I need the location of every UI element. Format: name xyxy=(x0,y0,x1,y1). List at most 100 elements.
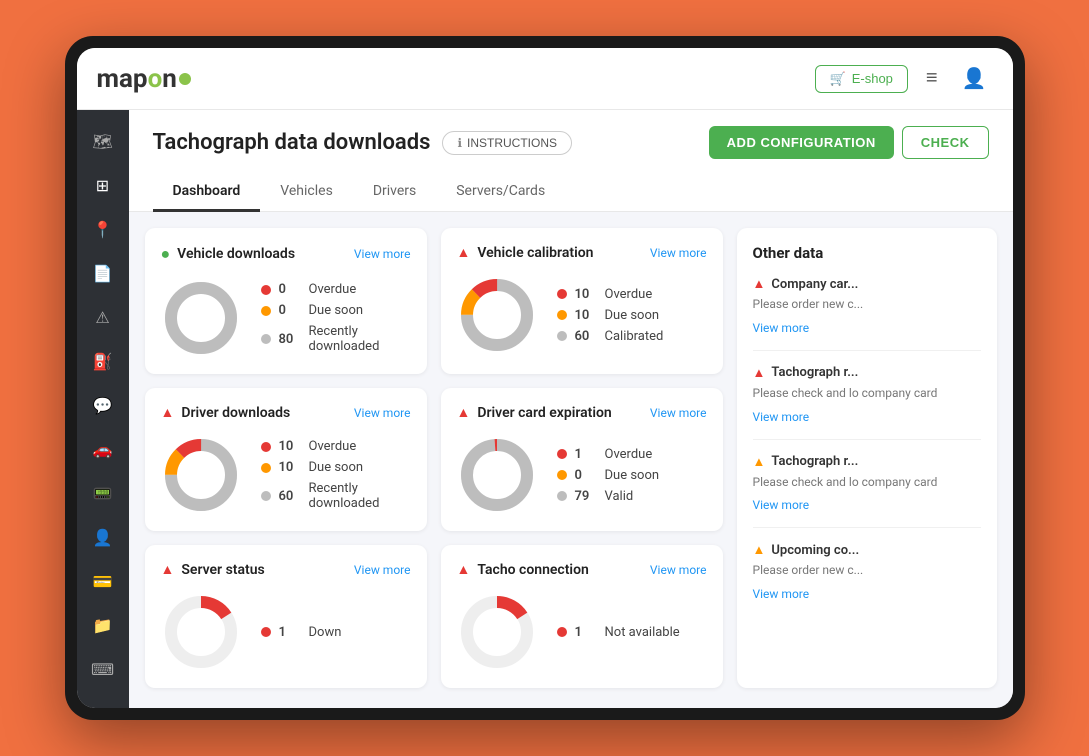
sidebar-item-tacho[interactable]: 📟 xyxy=(84,474,122,512)
vehicle-calibration-legend: 10 Overdue 10 Due soon xyxy=(557,287,664,344)
tab-drivers[interactable]: Drivers xyxy=(353,173,436,212)
dot-red xyxy=(261,627,271,637)
alert-tacho-r1-desc: Please check and lo company card xyxy=(753,385,981,402)
ss-warning-icon: ▲ xyxy=(161,561,175,578)
tabs: Dashboard Vehicles Drivers Servers/Cards xyxy=(153,173,989,211)
server-status-view-more[interactable]: View more xyxy=(354,563,411,577)
sidebar-item-person[interactable]: 👤 xyxy=(84,518,122,556)
add-configuration-button[interactable]: ADD CONFIGURATION xyxy=(709,126,894,159)
dd-legend-overdue: 10 Overdue xyxy=(261,439,411,454)
vehicle-downloads-body: 0 Overdue 0 Due soon 8 xyxy=(161,278,411,358)
dot-gray xyxy=(261,491,271,501)
main-layout: 🗺 ⊞ 📍 📄 ⚠ ⛽ 💬 🚗 📟 👤 💳 📁 ⌨ xyxy=(77,110,1013,708)
driver-card-expiration-title: ▲ Driver card expiration xyxy=(457,404,612,421)
keyboard-icon: ⌨ xyxy=(91,660,114,679)
header-actions: ADD CONFIGURATION CHECK xyxy=(709,126,989,159)
driver-card-expiration-card: ▲ Driver card expiration View more xyxy=(441,388,723,531)
alert-yellow-icon: ▲ xyxy=(753,454,766,470)
vehicle-calibration-title: ▲ Vehicle calibration xyxy=(457,244,594,261)
car-icon: 🚗 xyxy=(93,440,113,459)
sidebar-item-alert[interactable]: ⚠ xyxy=(84,298,122,336)
instructions-button[interactable]: ℹ INSTRUCTIONS xyxy=(442,131,572,155)
driver-downloads-body: 10 Overdue 10 Due soon xyxy=(161,435,411,515)
legend-item-due-soon: 0 Due soon xyxy=(261,303,411,318)
vehicle-calibration-view-more[interactable]: View more xyxy=(650,246,707,260)
dot-red xyxy=(557,449,567,459)
sidebar-item-document[interactable]: 📄 xyxy=(84,254,122,292)
person-icon: 👤 xyxy=(93,528,113,547)
sidebar-item-map[interactable]: 🗺 xyxy=(84,122,122,160)
dot-gray xyxy=(557,331,567,341)
dce-legend-overdue: 1 Overdue xyxy=(557,447,660,462)
info-icon: ℹ xyxy=(457,136,462,150)
eshop-label: E-shop xyxy=(852,71,893,86)
alert-upcoming-title: ▲ Upcoming co... xyxy=(753,542,981,558)
top-actions: 🛒 E-shop ≡ 👤 xyxy=(815,62,993,95)
tacho-connection-view-more[interactable]: View more xyxy=(650,563,707,577)
vc-legend-due-soon: 10 Due soon xyxy=(557,308,664,323)
server-status-header: ▲ Server status View more xyxy=(161,561,411,578)
dot-yellow xyxy=(557,470,567,480)
alert-tacho-r1-title: ▲ Tachograph r... xyxy=(753,365,981,381)
driver-downloads-header: ▲ Driver downloads View more xyxy=(161,404,411,421)
folder-icon: 📁 xyxy=(93,616,113,635)
dce-legend-valid: 79 Valid xyxy=(557,489,660,504)
dce-legend-due-soon: 0 Due soon xyxy=(557,468,660,483)
server-status-legend: 1 Down xyxy=(261,625,342,640)
tab-dashboard[interactable]: Dashboard xyxy=(153,173,261,212)
eshop-button[interactable]: 🛒 E-shop xyxy=(815,65,908,93)
sidebar-item-folder[interactable]: 📁 xyxy=(84,606,122,644)
vehicle-downloads-header: ● Vehicle downloads View more xyxy=(161,244,411,264)
sidebar-item-chat[interactable]: 💬 xyxy=(84,386,122,424)
tacho-connection-legend: 1 Not available xyxy=(557,625,680,640)
other-data-panel: Other data ▲ Company car... Please order… xyxy=(737,228,997,688)
check-button[interactable]: CHECK xyxy=(902,126,989,159)
menu-button[interactable]: ≡ xyxy=(920,63,944,94)
alert-company-card-link[interactable]: View more xyxy=(753,321,810,335)
alert-yellow-icon-2: ▲ xyxy=(753,542,766,558)
sidebar-item-location[interactable]: 📍 xyxy=(84,210,122,248)
sidebar-item-card[interactable]: 💳 xyxy=(84,562,122,600)
tc-legend-not-available: 1 Not available xyxy=(557,625,680,640)
driver-card-expiration-header: ▲ Driver card expiration View more xyxy=(457,404,707,421)
alert-upcoming-link[interactable]: View more xyxy=(753,587,810,601)
cart-icon: 🛒 xyxy=(830,71,846,87)
fuel-icon: ⛽ xyxy=(93,352,113,371)
sidebar-item-dashboard[interactable]: ⊞ xyxy=(84,166,122,204)
sidebar-item-car[interactable]: 🚗 xyxy=(84,430,122,468)
alert-upcoming-desc: Please order new c... xyxy=(753,562,981,579)
top-bar: mapon 🛒 E-shop ≡ 👤 xyxy=(77,48,1013,110)
driver-card-expiration-view-more[interactable]: View more xyxy=(650,406,707,420)
other-data-title: Other data xyxy=(753,244,981,262)
dd-legend-due-soon: 10 Due soon xyxy=(261,460,411,475)
tacho-connection-card: ▲ Tacho connection View more xyxy=(441,545,723,688)
vehicle-downloads-view-more[interactable]: View more xyxy=(354,247,411,261)
logo: mapon xyxy=(97,64,191,94)
page-title: Tachograph data downloads xyxy=(153,130,431,155)
alert-icon: ⚠ xyxy=(95,308,109,327)
page-header: Tachograph data downloads ℹ INSTRUCTIONS… xyxy=(129,110,1013,212)
alert-tacho-r2-desc: Please check and lo company card xyxy=(753,474,981,491)
dot-yellow xyxy=(261,306,271,316)
driver-downloads-view-more[interactable]: View more xyxy=(354,406,411,420)
tc-warning-icon: ▲ xyxy=(457,561,471,578)
sidebar-item-fuel[interactable]: ⛽ xyxy=(84,342,122,380)
server-status-card: ▲ Server status View more xyxy=(145,545,427,688)
vc-legend-calibrated: 60 Calibrated xyxy=(557,329,664,344)
tacho-icon: 📟 xyxy=(93,484,113,503)
user-button[interactable]: 👤 xyxy=(956,62,993,95)
tacho-connection-header: ▲ Tacho connection View more xyxy=(457,561,707,578)
vehicle-calibration-header: ▲ Vehicle calibration View more xyxy=(457,244,707,261)
alert-tacho-r1-link[interactable]: View more xyxy=(753,410,810,424)
dashboard-grid: ● Vehicle downloads View more xyxy=(129,212,1013,704)
driver-card-expiration-legend: 1 Overdue 0 Due soon 7 xyxy=(557,447,660,504)
vehicle-calibration-card: ▲ Vehicle calibration View more xyxy=(441,228,723,374)
tab-servers-cards[interactable]: Servers/Cards xyxy=(436,173,565,212)
alert-item-company-card: ▲ Company car... Please order new c... V… xyxy=(753,276,981,351)
alert-tacho-r2-link[interactable]: View more xyxy=(753,498,810,512)
tab-vehicles[interactable]: Vehicles xyxy=(260,173,353,212)
alert-company-card-desc: Please order new c... xyxy=(753,296,981,313)
alert-item-upcoming: ▲ Upcoming co... Please order new c... V… xyxy=(753,542,981,616)
alert-red-icon: ▲ xyxy=(753,276,766,292)
sidebar-item-keyboard[interactable]: ⌨ xyxy=(84,650,122,688)
